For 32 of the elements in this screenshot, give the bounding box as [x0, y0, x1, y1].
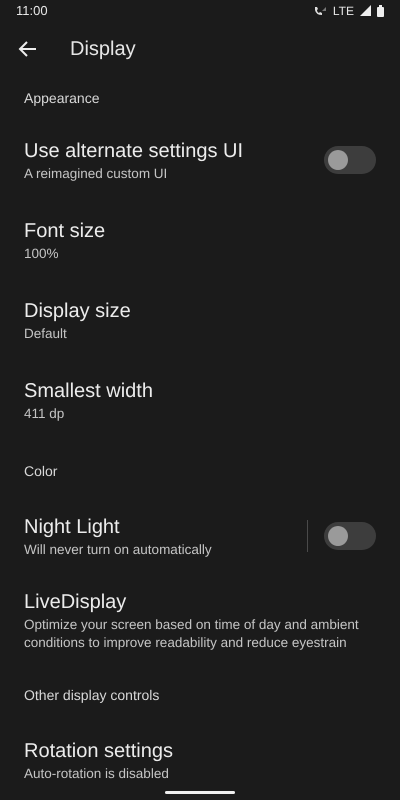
toggle-switch[interactable] [324, 146, 376, 174]
row-title: Display size [24, 299, 132, 324]
section-header: Appearance [24, 88, 100, 108]
toggle-switch[interactable] [324, 522, 376, 550]
row-title: Font size [24, 219, 106, 244]
signal-icon [360, 5, 371, 16]
settings-row[interactable]: Use alternate settings UI A reimagined custom UI [0, 120, 400, 200]
settings-row[interactable]: Rotation settings Auto-rotation is disabled [0, 720, 400, 800]
network-label: LTE [332, 2, 354, 20]
settings-row[interactable]: Smallest width 411 dp [0, 360, 400, 440]
call-icon [314, 5, 327, 16]
battery-icon [377, 4, 384, 17]
row-summary: A reimagined custom UI [24, 165, 168, 183]
page-title: Display [70, 36, 136, 62]
row-title: Night Light [24, 515, 121, 540]
section-header: Other display controls [24, 686, 160, 705]
status-time: 11:00 [16, 2, 48, 20]
row-title: Rotation settings [24, 739, 174, 764]
row-summary: Will never turn on automatically [24, 541, 213, 559]
settings-row[interactable]: LiveDisplay Optimize your screen based on time of day and ambient conditions to improve readability and reduce eyestrain [0, 576, 400, 664]
row-summary: 100% [24, 245, 60, 263]
row-summary: Auto-rotation is disabled [24, 765, 170, 783]
settings-row[interactable]: Display size Default [0, 280, 400, 360]
row-title: Use alternate settings UI [24, 139, 244, 164]
settings-row[interactable]: Font size 100% [0, 200, 400, 280]
row-summary: 411 dp [24, 405, 66, 423]
section-header: Color [24, 462, 58, 480]
row-summary: Default [24, 325, 68, 343]
row-title: Smallest width [24, 379, 154, 404]
settings-row[interactable]: Night Light Will never turn on automatically [0, 496, 400, 576]
row-summary: Optimize your screen based on time of day and ambient conditions to improve readability and reduce eyestrain [24, 616, 360, 652]
row-title: LiveDisplay [24, 590, 128, 615]
